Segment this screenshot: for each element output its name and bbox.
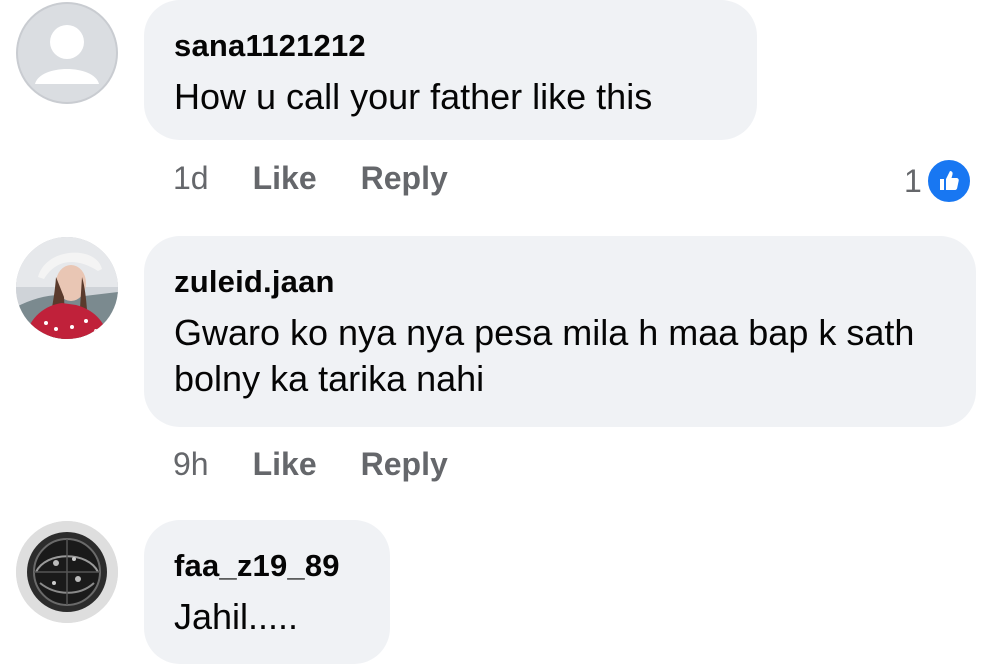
like-button[interactable]: Like [253,446,317,483]
comment-actions: 9h Like Reply [173,446,492,483]
comment-bubble: zuleid.jaan Gwaro ko nya nya pesa mila h… [144,236,976,427]
reply-button[interactable]: Reply [361,160,448,197]
reaction-summary[interactable]: 1 [904,158,972,204]
reaction-count: 1 [904,162,922,199]
comment-text: Jahil..... [174,596,299,637]
default-avatar-icon[interactable] [16,2,118,104]
comment-text: How u call your father like this [174,76,653,117]
comment-author[interactable]: zuleid.jaan [174,264,948,300]
profile-photo-icon[interactable] [16,521,118,623]
comment-bubble: sana1121212 How u call your father like … [144,0,757,140]
comment-actions: 1d Like Reply [173,160,492,197]
comment-text: Gwaro ko nya nya pesa mila h maa bap k s… [174,312,915,399]
comment-bubble: faa_z19_89 Jahil..... [144,520,390,664]
comment-author[interactable]: sana1121212 [174,28,729,64]
comment-timestamp[interactable]: 1d [173,160,209,197]
comment-author[interactable]: faa_z19_89 [174,548,362,584]
profile-photo-icon[interactable] [16,237,118,339]
comment-timestamp[interactable]: 9h [173,446,209,483]
like-button[interactable]: Like [253,160,317,197]
thumbs-up-icon [925,158,972,204]
reply-button[interactable]: Reply [361,446,448,483]
